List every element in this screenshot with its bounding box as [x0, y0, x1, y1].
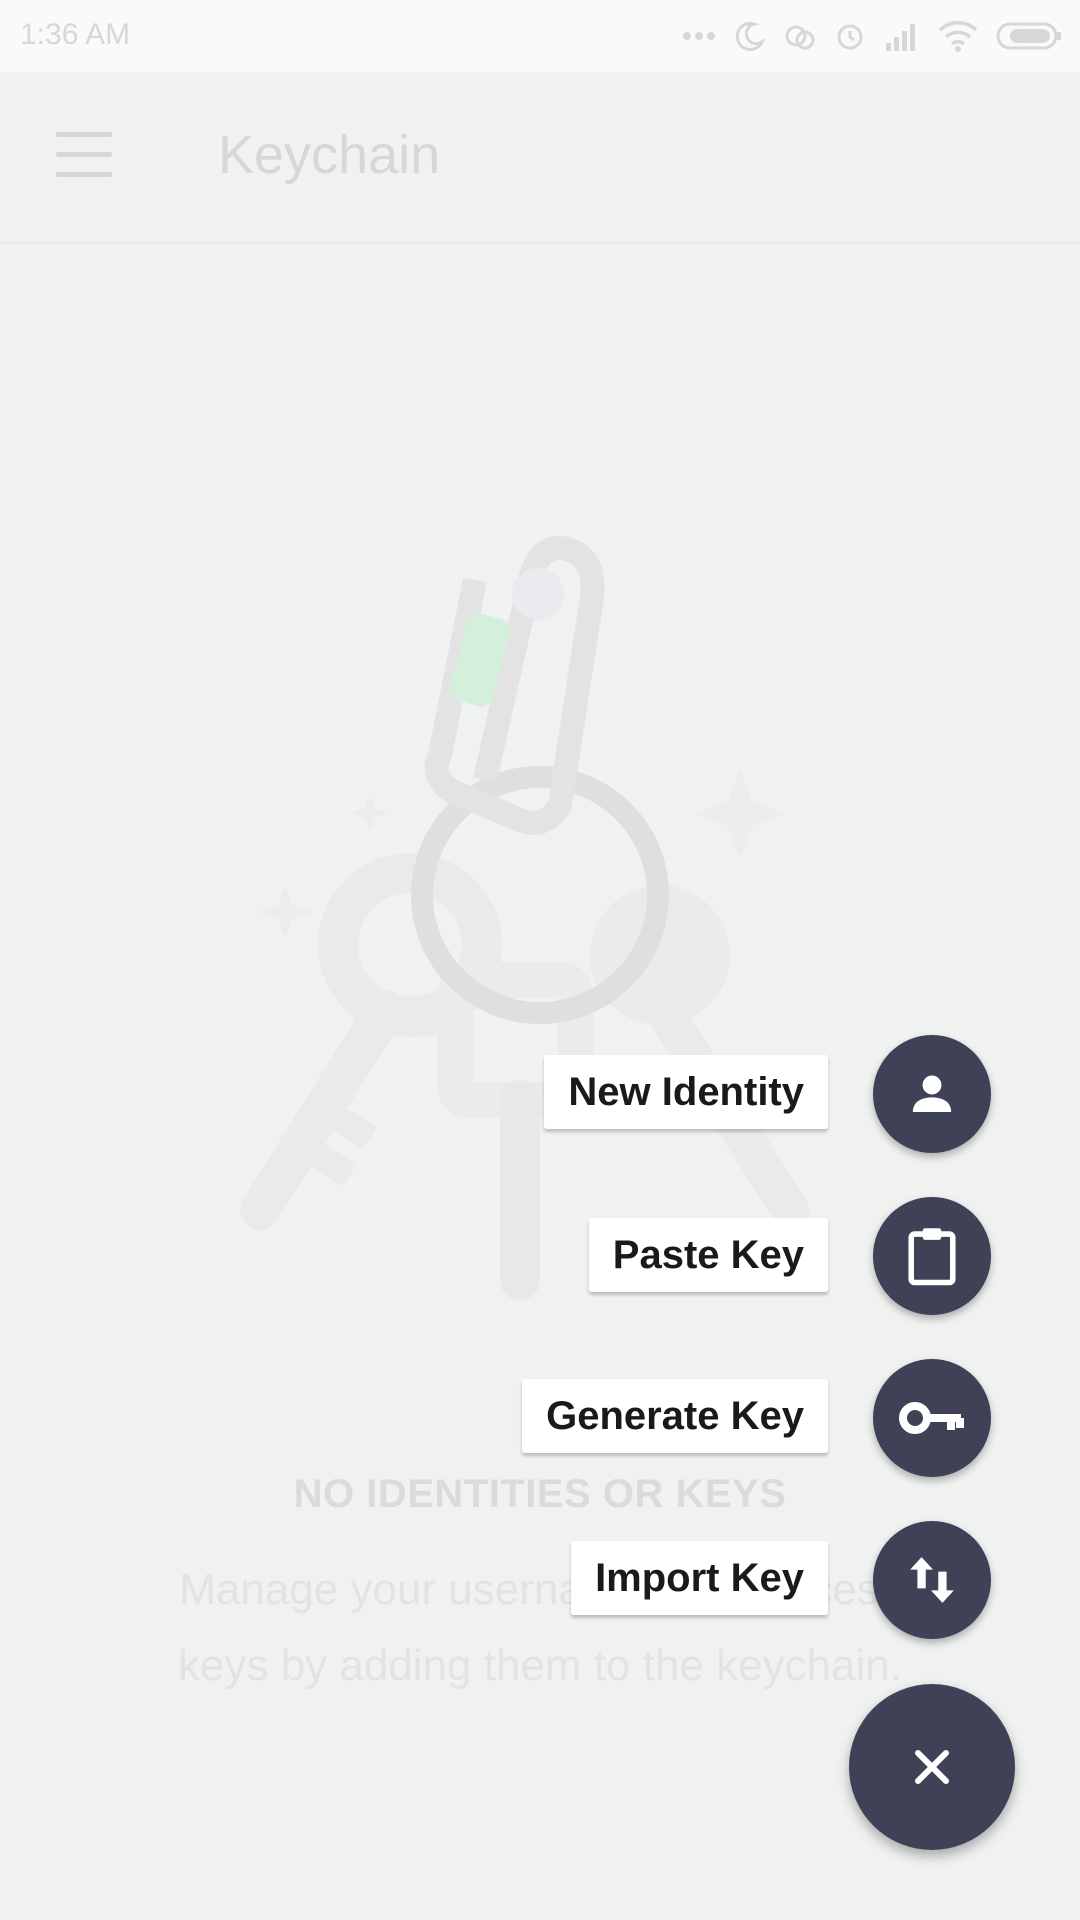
paste-key-button[interactable]: [873, 1197, 991, 1315]
person-icon: [912, 1075, 952, 1112]
import-key-label[interactable]: Import Key: [571, 1541, 828, 1615]
new-identity-label[interactable]: New Identity: [544, 1055, 828, 1129]
generate-key-button[interactable]: [873, 1359, 991, 1477]
close-fab-menu-button[interactable]: [849, 1684, 1015, 1850]
close-icon: [915, 1750, 949, 1784]
new-identity-button[interactable]: [873, 1035, 991, 1153]
paste-key-label[interactable]: Paste Key: [588, 1218, 828, 1292]
import-key-button[interactable]: [873, 1521, 991, 1639]
generate-key-label[interactable]: Generate Key: [522, 1379, 828, 1453]
clipboard-icon: [908, 1228, 956, 1286]
import-export-icon: [910, 1557, 954, 1603]
key-icon: [899, 1402, 964, 1434]
